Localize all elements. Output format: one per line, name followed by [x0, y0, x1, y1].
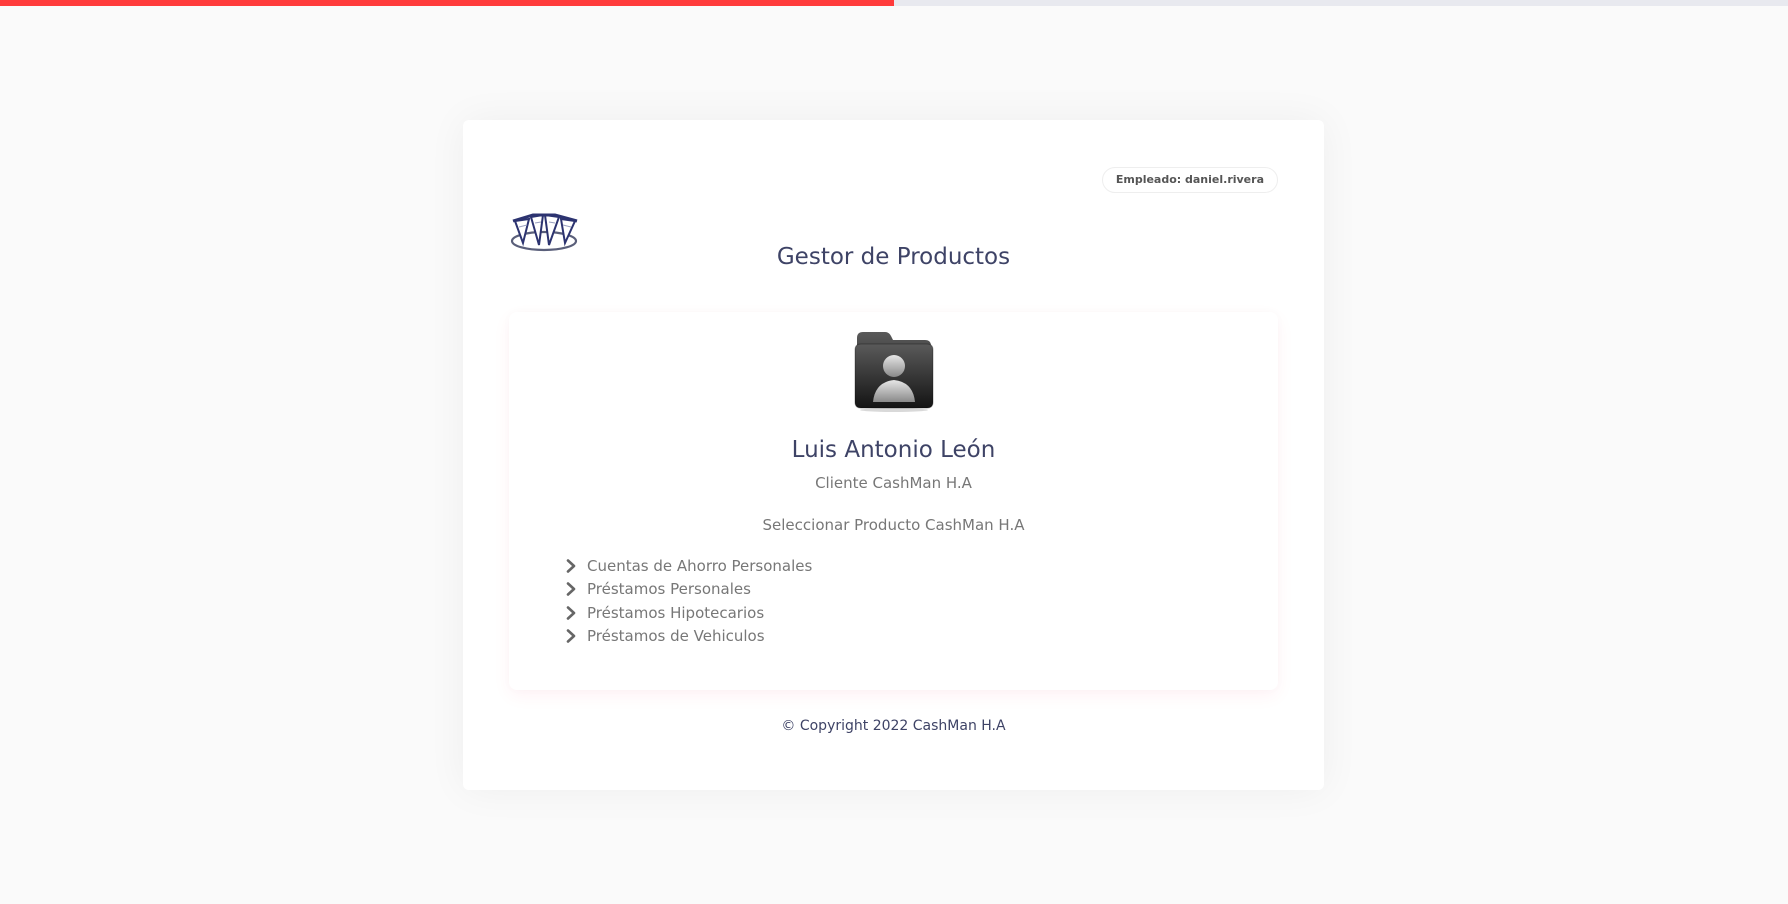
page-title: Gestor de Productos — [776, 244, 1011, 270]
copyright-footer: © Copyright 2022 CashMan H.A — [781, 718, 1006, 734]
page-progress-fill — [0, 0, 894, 6]
client-name: Luis Antonio León — [791, 437, 996, 463]
product-item-savings-accounts[interactable]: Cuentas de Ahorro Personales — [565, 554, 812, 578]
client-products-card: Luis Antonio León Cliente CashMan H.A Se… — [509, 312, 1278, 690]
product-label: Cuentas de Ahorro Personales — [587, 556, 813, 575]
select-product-heading: Seleccionar Producto CashMan H.A — [762, 516, 1025, 534]
client-subtitle: Cliente CashMan H.A — [815, 474, 972, 492]
product-manager-card: Empleado: daniel.rivera Gestor de Produc… — [463, 120, 1324, 790]
chevron-right-icon — [566, 582, 576, 597]
product-item-personal-loans[interactable]: Préstamos Personales — [565, 578, 812, 602]
employee-badge: Empleado: daniel.rivera — [1101, 167, 1278, 193]
product-label: Préstamos de Vehiculos — [587, 627, 765, 646]
product-item-mortgage-loans[interactable]: Préstamos Hipotecarios — [565, 601, 812, 625]
product-label: Préstamos Hipotecarios — [587, 603, 765, 622]
chevron-right-icon — [566, 558, 576, 573]
user-folder-icon — [854, 332, 934, 412]
page-progress-bar — [0, 0, 1788, 6]
product-item-vehicle-loans[interactable]: Préstamos de Vehiculos — [565, 625, 812, 649]
chevron-right-icon — [566, 605, 576, 620]
product-label: Préstamos Personales — [587, 580, 751, 599]
product-list: Cuentas de Ahorro Personales Préstamos P… — [565, 554, 812, 648]
chevron-right-icon — [566, 629, 576, 644]
